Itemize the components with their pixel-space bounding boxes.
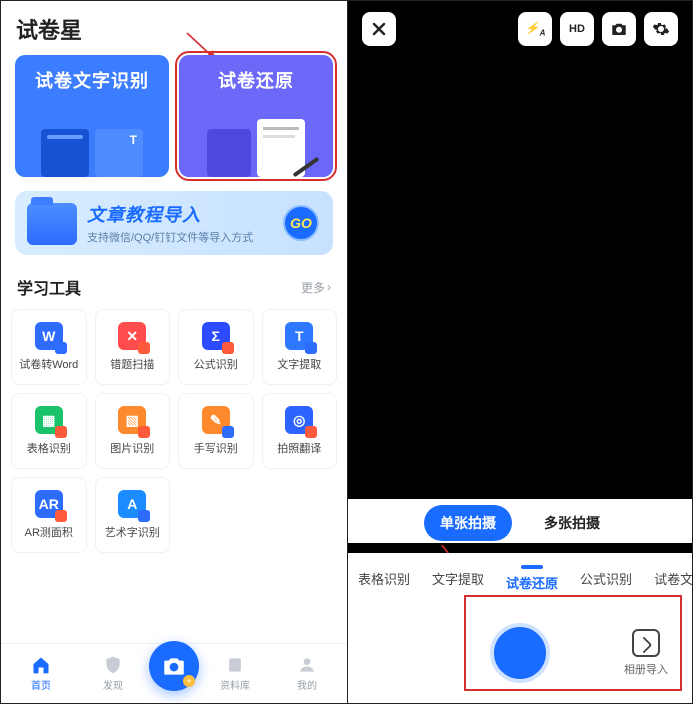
close-button[interactable] (362, 12, 396, 46)
flash-auto-icon: ⚡A (525, 21, 546, 37)
tool-label: 拍照翻译 (277, 440, 321, 456)
mode-tabs: 单张拍摄多张拍摄 (348, 505, 692, 541)
tool-label: AR测面积 (25, 524, 73, 540)
nav-me[interactable]: 我的 (271, 655, 343, 692)
tools-grid: W 试卷转Word✕ 错题扫描Σ 公式识别T 文字提取▦ 表格识别▧ 图片识别✎… (1, 309, 347, 553)
hero-card-ocr-illus (15, 117, 169, 177)
tool-icon: ◎ (285, 406, 313, 434)
library-icon (225, 655, 245, 675)
tool-AR测面积[interactable]: AR AR测面积 (11, 477, 87, 553)
tool-label: 错题扫描 (110, 356, 154, 372)
camera-category-试卷还原[interactable]: 试卷还原 (506, 565, 558, 592)
go-badge[interactable]: GO (283, 205, 319, 241)
mode-tab-单张拍摄[interactable]: 单张拍摄 (424, 505, 512, 541)
tool-icon: ✎ (202, 406, 230, 434)
tool-icon: ✕ (118, 322, 146, 350)
import-banner-subtitle: 支持微信/QQ/钉钉文件等导入方式 (87, 229, 253, 245)
tool-icon: ▦ (35, 406, 63, 434)
hd-button[interactable]: HD (560, 12, 594, 46)
tools-section-title: 学习工具 (17, 275, 81, 299)
tool-错题扫描[interactable]: ✕ 错题扫描 (95, 309, 171, 385)
tool-试卷转Word[interactable]: W 试卷转Word (11, 309, 87, 385)
folder-icon (27, 203, 77, 245)
right-phone: ⚡A HD 单张拍摄多张拍摄 表格识别 文字提取 试卷还原 公式识别 试卷文字识 相册导… (347, 1, 692, 703)
import-banner[interactable]: 文章教程导入 支持微信/QQ/钉钉文件等导入方式 GO (15, 191, 333, 255)
tools-more-link[interactable]: 更多 › (301, 279, 331, 296)
bottom-nav: 首页 发现 + 资料库 我的 (1, 643, 347, 703)
camera-category-tabs: 表格识别 文字提取 试卷还原 公式识别 试卷文字识 (348, 553, 692, 603)
tool-label: 图片识别 (110, 440, 154, 456)
shutter-button[interactable] (490, 623, 550, 683)
tool-icon: W (35, 322, 63, 350)
tool-label: 公式识别 (194, 356, 238, 372)
fab-camera[interactable]: + (149, 641, 199, 691)
close-icon (371, 21, 387, 37)
tool-手写识别[interactable]: ✎ 手写识别 (178, 393, 254, 469)
camera-category-试卷文字识[interactable]: 试卷文字识 (654, 569, 692, 588)
tool-公式识别[interactable]: Σ 公式识别 (178, 309, 254, 385)
nav-home[interactable]: 首页 (5, 655, 77, 692)
tool-icon: Σ (202, 322, 230, 350)
hero-card-restore[interactable]: 试卷还原 (179, 55, 333, 177)
tool-文字提取[interactable]: T 文字提取 (262, 309, 338, 385)
tool-label: 试卷转Word (19, 356, 78, 372)
camera-viewfinder (348, 1, 692, 503)
settings-button[interactable] (644, 12, 678, 46)
tool-label: 手写识别 (194, 440, 238, 456)
hero-card-ocr-label: 试卷文字识别 (35, 67, 149, 93)
tool-icon: A (118, 490, 146, 518)
app-title: 试卷星 (1, 1, 347, 55)
left-phone: 试卷星 试卷文字识别 试卷还原 文章教程导入 支持微信/QQ/钉钉文件等导入方式… (1, 1, 347, 703)
gear-icon (652, 20, 670, 38)
camera-icon (161, 653, 187, 679)
tool-拍照翻译[interactable]: ◎ 拍照翻译 (262, 393, 338, 469)
tool-label: 艺术字识别 (105, 524, 160, 540)
nav-discover[interactable]: 发现 (77, 655, 149, 692)
import-banner-title: 文章教程导入 (87, 201, 253, 227)
camera-category-公式识别[interactable]: 公式识别 (580, 569, 632, 588)
album-icon (632, 629, 660, 657)
hero-card-restore-label: 试卷还原 (218, 67, 294, 93)
chevron-right-icon: › (327, 280, 331, 294)
camera-category-文字提取[interactable]: 文字提取 (432, 569, 484, 588)
hero-card-restore-illus (179, 117, 333, 177)
shield-icon (103, 655, 123, 675)
cat-indicator (521, 565, 543, 569)
camera-small-icon (610, 20, 628, 38)
tool-label: 文字提取 (277, 356, 321, 372)
tool-icon: T (285, 322, 313, 350)
tool-icon: AR (35, 490, 63, 518)
tool-icon: ▧ (118, 406, 146, 434)
nav-library[interactable]: 资料库 (199, 655, 271, 692)
flash-button[interactable]: ⚡A (518, 12, 552, 46)
album-import-button[interactable]: 相册导入 (624, 629, 668, 677)
camera-bottom-bar: 相册导入 (348, 603, 692, 703)
camera-category-表格识别[interactable]: 表格识别 (358, 569, 410, 588)
tool-label: 表格识别 (27, 440, 71, 456)
hero-card-ocr[interactable]: 试卷文字识别 (15, 55, 169, 177)
user-icon (297, 655, 317, 675)
home-icon (31, 655, 51, 675)
mode-tab-多张拍摄[interactable]: 多张拍摄 (528, 505, 616, 541)
plus-badge-icon: + (183, 675, 195, 687)
tool-表格识别[interactable]: ▦ 表格识别 (11, 393, 87, 469)
tool-艺术字识别[interactable]: A 艺术字识别 (95, 477, 171, 553)
capture-mode-button[interactable] (602, 12, 636, 46)
tool-图片识别[interactable]: ▧ 图片识别 (95, 393, 171, 469)
